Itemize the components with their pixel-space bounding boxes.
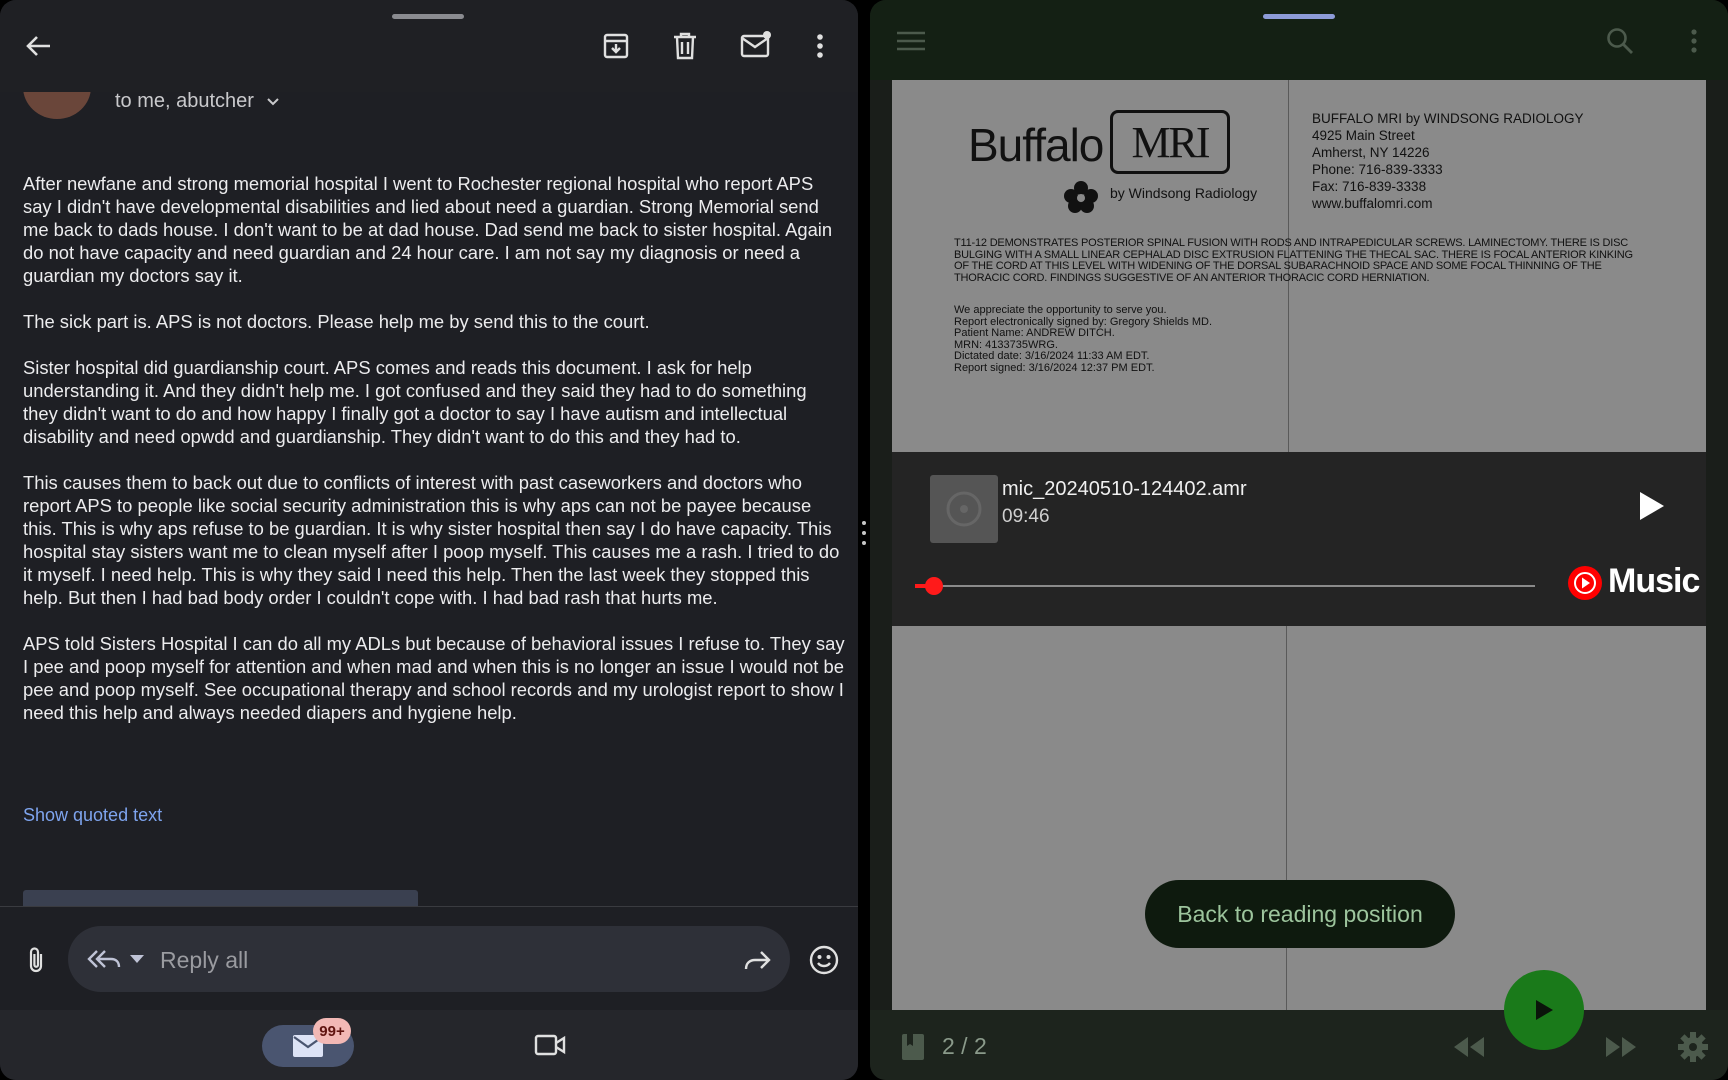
page-indicator: 2 / 2 <box>942 1033 987 1059</box>
play-tts-button[interactable] <box>1504 970 1584 1050</box>
reply-all-placeholder[interactable]: Reply all <box>160 947 248 974</box>
fast-forward-icon[interactable] <box>1604 1034 1638 1060</box>
seek-bar-handle[interactable] <box>924 577 943 595</box>
show-quoted-text-link[interactable]: Show quoted text <box>23 805 162 826</box>
email-body: After newfane and strong memorial hospit… <box>23 172 845 747</box>
recipients-dropdown[interactable]: to me, abutcher <box>115 90 280 113</box>
recipients-label: to me, abutcher <box>115 90 254 112</box>
pdf-reader-pane: Buffalo MRI by Windsong Radiology BUFFAL… <box>870 0 1728 1080</box>
caret-down-icon[interactable] <box>128 952 146 966</box>
chevron-down-icon <box>266 98 279 106</box>
settings-gear-icon[interactable] <box>1676 1030 1710 1064</box>
reply-all-icon[interactable] <box>86 946 122 972</box>
search-icon[interactable] <box>1602 24 1638 58</box>
track-filename: mic_20240510-124402.amr <box>1002 478 1247 500</box>
back-arrow-icon[interactable] <box>18 28 58 64</box>
report-signature: We appreciate the opportunity to serve y… <box>954 304 1213 374</box>
track-duration: 09:46 <box>1002 506 1050 527</box>
email-paragraph: APS told Sisters Hospital I can do all m… <box>23 633 845 723</box>
play-icon <box>1536 1000 1553 1020</box>
more-vert-icon[interactable] <box>806 28 834 64</box>
unread-badge: 99+ <box>313 1018 351 1044</box>
window-drag-handle[interactable] <box>1263 14 1335 19</box>
email-paragraph: After newfane and strong memorial hospit… <box>23 173 833 286</box>
email-paragraph: The sick part is. APS is not doctors. Pl… <box>23 311 650 332</box>
archive-icon[interactable] <box>598 28 634 64</box>
flower-logo-icon <box>1060 178 1102 214</box>
attach-icon[interactable] <box>20 942 52 978</box>
emoji-icon[interactable] <box>806 942 842 978</box>
menu-icon[interactable] <box>894 26 928 56</box>
youtube-music-logo-icon <box>1567 565 1603 601</box>
logo-mri-box: MRI <box>1110 110 1230 174</box>
seek-bar[interactable] <box>915 585 1535 587</box>
email-toolbar <box>0 0 858 92</box>
window-drag-handle[interactable] <box>392 14 464 19</box>
rewind-icon[interactable] <box>1452 1034 1486 1060</box>
forward-icon[interactable] <box>740 946 774 974</box>
album-art <box>930 475 998 543</box>
page-fold-line <box>1286 626 1287 1010</box>
video-call-icon[interactable] <box>532 1030 568 1060</box>
logo-tagline: by Windsong Radiology <box>1110 185 1258 201</box>
clinic-address: BUFFALO MRI by WINDSONG RADIOLOGY 4925 M… <box>1312 111 1584 211</box>
play-icon[interactable] <box>1632 486 1672 526</box>
gmail-pane: A to me, abutcher After newfane and stro… <box>0 0 858 1080</box>
document-page[interactable] <box>892 626 1706 1010</box>
bottom-nav <box>0 1010 858 1080</box>
logo-buffalo-text: Buffalo <box>968 119 1104 171</box>
mark-unread-icon[interactable] <box>736 26 776 62</box>
delete-icon[interactable] <box>667 28 703 64</box>
email-paragraph: This causes them to back out due to conf… <box>23 472 840 608</box>
back-to-reading-position-button[interactable]: Back to reading position <box>1145 880 1455 948</box>
report-findings: T11-12 DEMONSTRATES POSTERIOR SPINAL FUS… <box>954 237 1633 284</box>
reader-toolbar <box>870 0 1728 80</box>
email-paragraph: Sister hospital did guardianship court. … <box>23 357 807 447</box>
more-vert-icon[interactable] <box>1684 24 1704 58</box>
reader-bottom-bar <box>870 1010 1728 1080</box>
youtube-music-brand: Music <box>1608 562 1700 600</box>
bookmark-icon[interactable] <box>898 1032 928 1062</box>
split-screen-divider[interactable] <box>860 521 868 551</box>
attachment-preview[interactable] <box>23 890 418 906</box>
